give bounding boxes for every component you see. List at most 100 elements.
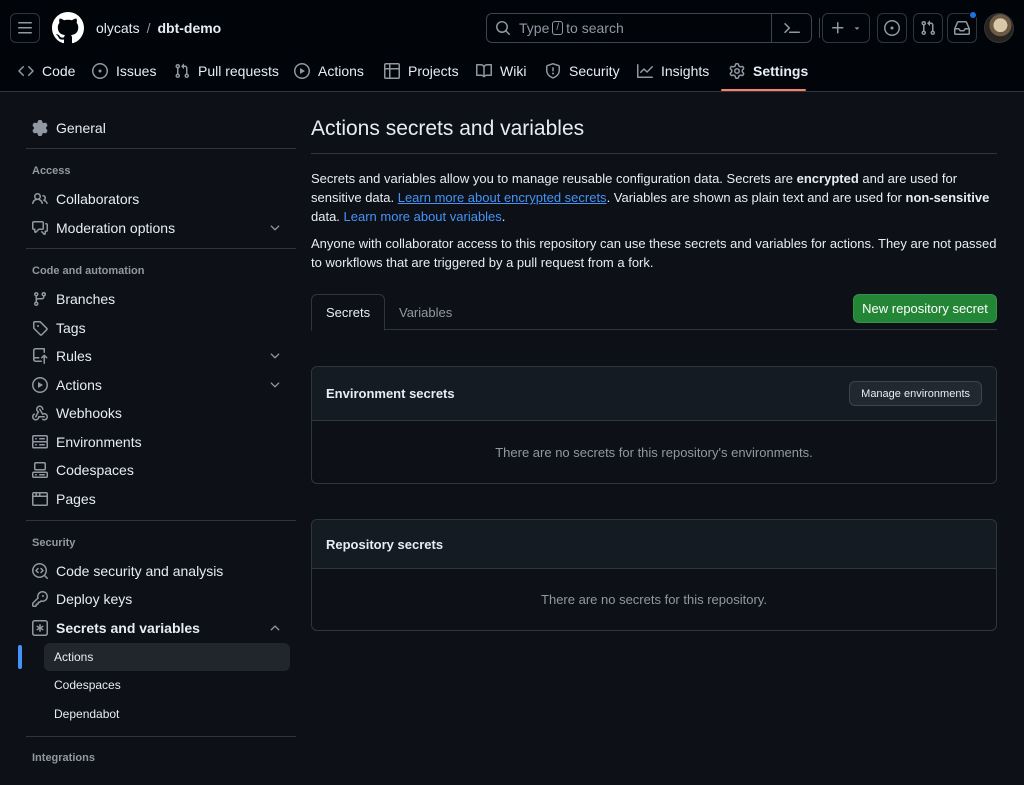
sidebar-item-label: Actions bbox=[56, 377, 102, 393]
sidebar-item-label: Branches bbox=[56, 291, 116, 307]
learn-more-variables-link[interactable]: Learn more about variables bbox=[344, 209, 502, 224]
sidebar-item-general[interactable]: General bbox=[26, 113, 290, 143]
sidebar-item-pages[interactable]: Pages bbox=[26, 484, 290, 514]
code-icon bbox=[18, 65, 34, 77]
sidebar-item-deploy-keys[interactable]: Deploy keys bbox=[26, 584, 290, 614]
manage-environments-button[interactable]: Manage environments bbox=[849, 381, 982, 406]
tab-insights[interactable]: Insights bbox=[629, 56, 717, 86]
graph-icon bbox=[637, 64, 653, 78]
sidebar-item-label: Webhooks bbox=[56, 405, 122, 421]
sidebar-divider bbox=[26, 148, 296, 149]
server-icon bbox=[32, 435, 48, 449]
your-pull-requests-button[interactable] bbox=[913, 13, 943, 43]
sidebar-item-environments[interactable]: Environments bbox=[26, 427, 290, 457]
sidebar-item-collaborators[interactable]: Collaborators bbox=[26, 184, 290, 214]
tab-projects[interactable]: Projects bbox=[376, 56, 467, 86]
repo-nav: Code Issues Pull requests Actions Projec… bbox=[0, 56, 1024, 92]
sidebar-item-label: Secrets and variables bbox=[56, 620, 200, 636]
unread-notification-dot bbox=[969, 11, 977, 19]
sidebar-heading-integrations: Integrations bbox=[32, 752, 95, 764]
sidebar-subitem-actions[interactable]: Actions bbox=[44, 643, 290, 671]
sidebar-item-tags[interactable]: Tags bbox=[26, 313, 290, 343]
webhook-icon bbox=[32, 405, 48, 421]
user-avatar[interactable] bbox=[984, 13, 1014, 43]
table-icon bbox=[384, 63, 400, 79]
tab-wiki[interactable]: Wiki bbox=[468, 56, 534, 86]
play-icon bbox=[32, 377, 48, 393]
hamburger-menu-button[interactable] bbox=[10, 13, 40, 43]
sidebar-item-codespaces[interactable]: Codespaces bbox=[26, 455, 290, 485]
breadcrumb-owner-link[interactable]: olycats bbox=[96, 20, 140, 36]
breadcrumb: olycats / dbt-demo bbox=[96, 19, 221, 37]
top-bar: olycats / dbt-demo Type / to search bbox=[0, 0, 1024, 56]
tab-issues-label: Issues bbox=[116, 63, 157, 79]
environment-secrets-empty-state: There are no secrets for this repository… bbox=[495, 444, 813, 460]
learn-more-secrets-link[interactable]: Learn more about encrypted secrets bbox=[398, 190, 607, 205]
page-title: Actions secrets and variables bbox=[311, 117, 585, 140]
active-item-indicator bbox=[18, 645, 22, 669]
sidebar-divider bbox=[26, 248, 296, 249]
description-text: . Variables are shown as plain text and … bbox=[606, 190, 906, 205]
play-icon bbox=[294, 63, 310, 79]
git-branch-icon bbox=[33, 292, 46, 307]
repository-secrets-empty-state: There are no secrets for this repository… bbox=[541, 592, 767, 607]
sidebar-item-actions[interactable]: Actions bbox=[26, 370, 290, 400]
sidebar-item-moderation-options[interactable]: Moderation options bbox=[26, 213, 290, 243]
sidebar-item-secrets-and-variables[interactable]: Secrets and variables bbox=[26, 613, 290, 643]
sidebar-item-webhooks[interactable]: Webhooks bbox=[26, 398, 290, 428]
search-input[interactable]: Type / to search bbox=[486, 13, 812, 43]
terminal-icon bbox=[783, 23, 800, 34]
new-repository-secret-button[interactable]: New repository secret bbox=[853, 294, 997, 323]
tab-issues[interactable]: Issues bbox=[84, 56, 164, 86]
description-paragraph: Secrets and variables allow you to manag… bbox=[311, 169, 997, 226]
inbox-icon bbox=[954, 21, 970, 35]
sidebar-heading-code-and-automation: Code and automation bbox=[32, 265, 145, 277]
command-palette-button[interactable] bbox=[771, 14, 811, 42]
tab-settings[interactable]: Settings bbox=[721, 56, 816, 86]
sidebar-item-label: Deploy keys bbox=[56, 591, 133, 607]
people-icon bbox=[32, 192, 48, 205]
breadcrumb-separator: / bbox=[146, 20, 151, 36]
tab-pull-requests[interactable]: Pull requests bbox=[166, 56, 287, 86]
shield-icon bbox=[546, 63, 560, 79]
tag-icon bbox=[33, 321, 48, 336]
github-logo-icon[interactable] bbox=[52, 12, 84, 44]
description-text: data. bbox=[311, 209, 344, 224]
sidebar-item-label: Collaborators bbox=[56, 191, 140, 207]
description-emphasis: encrypted bbox=[796, 171, 859, 186]
tab-secrets[interactable]: Secrets bbox=[311, 294, 386, 331]
create-new-button[interactable] bbox=[822, 13, 870, 43]
sidebar-heading-access: Access bbox=[32, 165, 71, 177]
tab-variables[interactable]: Variables bbox=[385, 294, 466, 330]
sidebar-item-code-security[interactable]: Code security and analysis bbox=[26, 556, 290, 586]
settings-sidebar: General Access Collaborators Moderation … bbox=[18, 112, 296, 785]
tab-settings-label: Settings bbox=[753, 63, 809, 79]
chevron-down-icon bbox=[270, 382, 280, 388]
sidebar-item-label: Pages bbox=[56, 491, 96, 507]
title-divider bbox=[311, 153, 997, 154]
repo-push-icon bbox=[33, 348, 48, 364]
sidebar-item-label: Tags bbox=[56, 320, 86, 336]
search-placeholder-suffix: to search bbox=[566, 20, 624, 36]
sidebar-heading-security: Security bbox=[32, 537, 76, 549]
tab-actions[interactable]: Actions bbox=[286, 56, 372, 86]
sidebar-item-label: Environments bbox=[56, 434, 142, 450]
key-asterisk-icon bbox=[32, 620, 48, 636]
search-placeholder: Type / to search bbox=[519, 20, 624, 36]
key-icon bbox=[32, 591, 48, 607]
tab-pull-requests-label: Pull requests bbox=[198, 63, 279, 79]
tab-code[interactable]: Code bbox=[10, 56, 83, 86]
search-shortcut-key: / bbox=[552, 21, 564, 35]
sidebar-subitem-codespaces[interactable]: Codespaces bbox=[44, 671, 290, 699]
sidebar-item-branches[interactable]: Branches bbox=[26, 284, 290, 314]
sidebar-subitem-dependabot[interactable]: Dependabot bbox=[44, 700, 290, 728]
your-issues-button[interactable] bbox=[877, 13, 907, 43]
three-bars-icon bbox=[18, 22, 32, 34]
description-text: Secrets and variables allow you to manag… bbox=[311, 171, 797, 186]
tab-security[interactable]: Security bbox=[537, 56, 628, 86]
gear-icon bbox=[32, 120, 48, 136]
sidebar-item-label: General bbox=[56, 120, 106, 136]
breadcrumb-repo-link[interactable]: dbt-demo bbox=[157, 20, 221, 36]
sidebar-item-rules[interactable]: Rules bbox=[26, 341, 290, 371]
sidebar-item-label: Code security and analysis bbox=[56, 563, 224, 579]
